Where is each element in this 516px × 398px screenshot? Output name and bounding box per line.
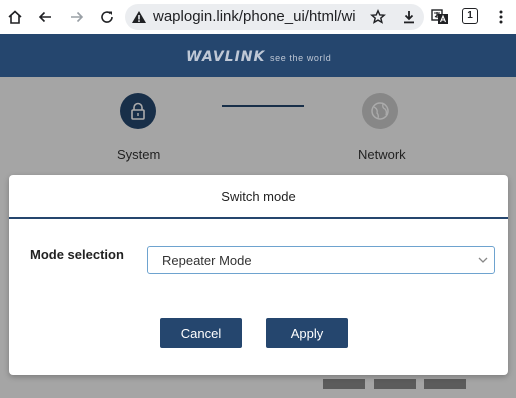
mode-selection-label: Mode selection (30, 247, 124, 262)
download-icon[interactable] (396, 4, 422, 30)
home-icon[interactable] (2, 4, 28, 30)
brand-logo: WAVLINK (186, 49, 266, 65)
mode-select[interactable]: Repeater Mode (147, 246, 495, 274)
chevron-down-icon (478, 257, 488, 263)
title-divider (9, 217, 508, 219)
url-text: waplogin.link/phone_ui/html/wi (153, 8, 356, 25)
brand-tagline: see the world (270, 53, 332, 63)
dialog-title: Switch mode (221, 189, 296, 204)
not-secure-warning-icon[interactable] (131, 9, 147, 25)
apply-button[interactable]: Apply (266, 318, 348, 348)
forward-arrow-icon[interactable] (64, 4, 90, 30)
reload-icon[interactable] (94, 4, 120, 30)
browser-toolbar: waplogin.link/phone_ui/html/wi 1 (0, 0, 516, 34)
address-bar[interactable]: waplogin.link/phone_ui/html/wi (125, 4, 424, 30)
switch-mode-dialog: Switch mode Mode selection Repeater Mode… (9, 175, 508, 375)
back-arrow-icon[interactable] (32, 4, 58, 30)
mode-select-value: Repeater Mode (162, 253, 252, 268)
cancel-button[interactable]: Cancel (160, 318, 242, 348)
bookmark-star-icon[interactable] (370, 9, 386, 25)
tab-count-button[interactable]: 1 (462, 8, 478, 24)
site-header: WAVLINK see the world (0, 34, 516, 77)
more-menu-icon[interactable] (488, 4, 514, 30)
translate-icon[interactable] (427, 4, 453, 30)
